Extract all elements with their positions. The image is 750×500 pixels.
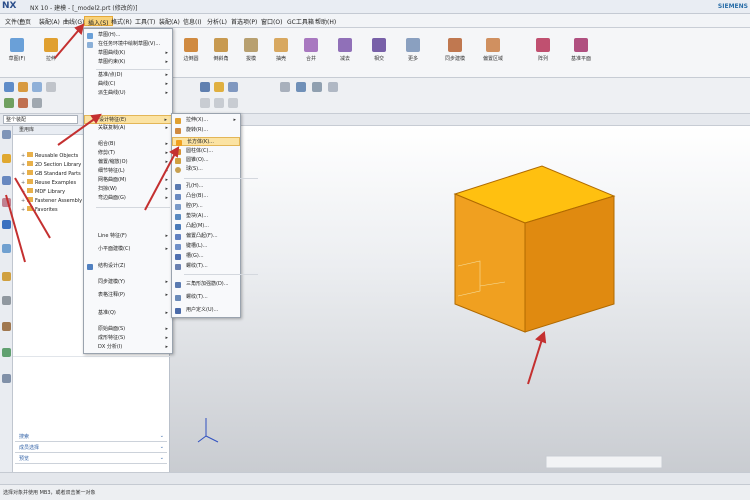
annotation-arrow [5,194,26,263]
annotation-arrow [144,147,179,211]
annotation-arrowhead [169,146,180,158]
annotation-arrow [14,177,51,239]
annotation-overlay [5,23,547,385]
annotation-arrowhead [535,331,547,344]
